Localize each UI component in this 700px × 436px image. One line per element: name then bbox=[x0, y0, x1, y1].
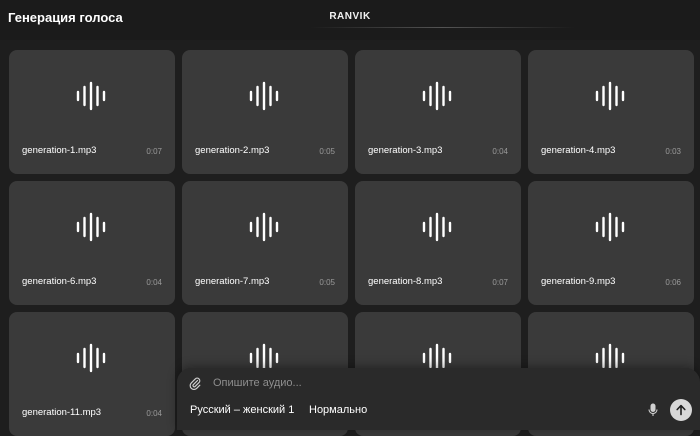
file-duration: 0:07 bbox=[146, 147, 162, 156]
generation-card[interactable]: generation-1.mp3 0:07 bbox=[9, 50, 175, 174]
file-duration: 0:07 bbox=[492, 278, 508, 287]
paperclip-icon[interactable] bbox=[189, 376, 201, 390]
file-duration: 0:05 bbox=[319, 147, 335, 156]
file-name: generation-4.mp3 bbox=[541, 145, 616, 156]
brand-name[interactable]: RANVIK bbox=[0, 11, 700, 22]
waveform-icon bbox=[249, 212, 279, 242]
generation-card[interactable]: generation-2.mp3 0:05 bbox=[182, 50, 348, 174]
file-name: generation-11.mp3 bbox=[22, 407, 102, 418]
waveform-icon bbox=[422, 81, 452, 111]
waveform-icon bbox=[76, 212, 106, 242]
file-name: generation-8.mp3 bbox=[368, 276, 443, 287]
file-duration: 0:04 bbox=[146, 278, 162, 287]
microphone-icon[interactable] bbox=[648, 403, 658, 417]
brand-underline bbox=[310, 27, 575, 28]
generation-card[interactable]: generation-3.mp3 0:04 bbox=[355, 50, 521, 174]
speed-selector[interactable]: Нормально bbox=[303, 400, 373, 420]
waveform-icon bbox=[595, 81, 625, 111]
file-name: generation-3.mp3 bbox=[368, 145, 443, 156]
file-name: generation-6.mp3 bbox=[22, 276, 97, 287]
waveform-icon bbox=[595, 212, 625, 242]
generation-card[interactable]: generation-8.mp3 0:07 bbox=[355, 181, 521, 305]
top-bar: Генерация голоса RANVIK bbox=[0, 0, 700, 40]
file-name: generation-9.mp3 bbox=[541, 276, 616, 287]
file-duration: 0:03 bbox=[665, 147, 681, 156]
file-name: generation-1.mp3 bbox=[22, 145, 97, 156]
arrow-up-icon bbox=[676, 404, 686, 416]
generation-card[interactable]: generation-9.mp3 0:06 bbox=[528, 181, 694, 305]
voice-selector[interactable]: Русский – женский 1 bbox=[184, 400, 300, 420]
file-duration: 0:06 bbox=[665, 278, 681, 287]
prompt-input[interactable] bbox=[213, 374, 593, 392]
waveform-icon bbox=[249, 81, 279, 111]
send-button[interactable] bbox=[670, 399, 692, 421]
generation-card[interactable]: generation-11.mp3 0:04 bbox=[9, 312, 175, 436]
file-name: generation-7.mp3 bbox=[195, 276, 270, 287]
file-name: generation-2.mp3 bbox=[195, 145, 270, 156]
waveform-icon bbox=[76, 81, 106, 111]
generation-card[interactable]: generation-4.mp3 0:03 bbox=[528, 50, 694, 174]
file-duration: 0:04 bbox=[146, 409, 162, 418]
generation-card[interactable]: generation-7.mp3 0:05 bbox=[182, 181, 348, 305]
waveform-icon bbox=[422, 212, 452, 242]
file-duration: 0:04 bbox=[492, 147, 508, 156]
generation-card[interactable]: generation-6.mp3 0:04 bbox=[9, 181, 175, 305]
file-duration: 0:05 bbox=[319, 278, 335, 287]
waveform-icon bbox=[76, 343, 106, 373]
prompt-composer: Русский – женский 1 Нормально bbox=[177, 368, 700, 430]
